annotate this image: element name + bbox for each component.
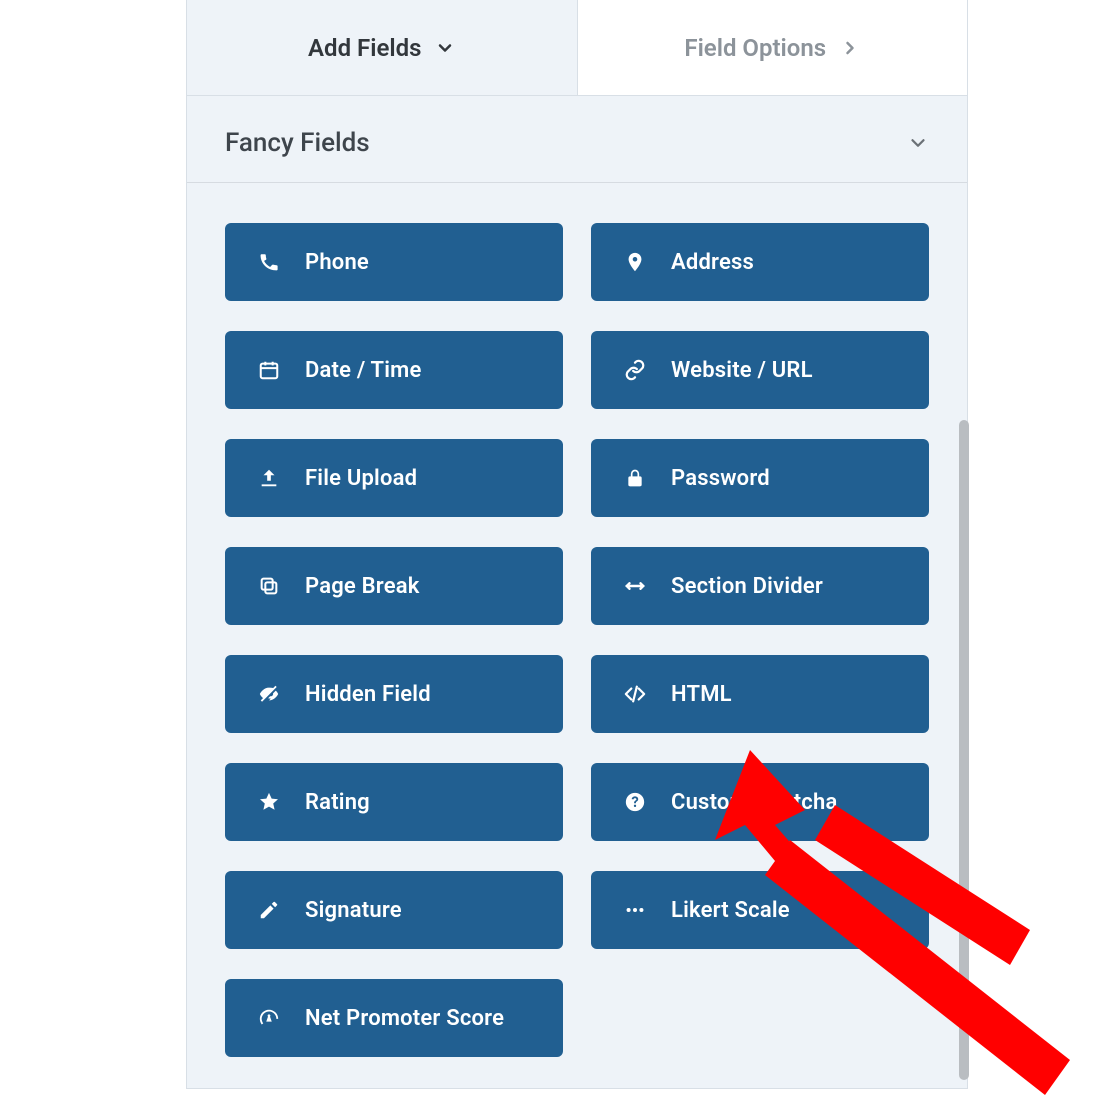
chevron-down-icon bbox=[435, 38, 455, 58]
section-title: Fancy Fields bbox=[225, 128, 370, 158]
field-label: Custom Captcha bbox=[671, 790, 837, 815]
field-signature[interactable]: Signature bbox=[225, 871, 563, 949]
field-label: Net Promoter Score bbox=[305, 1006, 504, 1031]
lock-icon bbox=[621, 467, 649, 489]
field-website-url[interactable]: Website / URL bbox=[591, 331, 929, 409]
fields-grid: Phone Address Date / Time Website / URL bbox=[225, 183, 929, 1057]
pencil-icon bbox=[255, 899, 283, 921]
phone-icon bbox=[255, 251, 283, 273]
field-address[interactable]: Address bbox=[591, 223, 929, 301]
tab-bar: Add Fields Field Options bbox=[187, 0, 967, 96]
field-label: Page Break bbox=[305, 574, 420, 599]
field-label: Date / Time bbox=[305, 358, 422, 383]
field-html[interactable]: HTML bbox=[591, 655, 929, 733]
field-label: Signature bbox=[305, 898, 402, 923]
divider-icon bbox=[621, 575, 649, 597]
tab-label: Add Fields bbox=[308, 34, 421, 62]
chevron-down-icon bbox=[907, 132, 929, 154]
field-net-promoter-score[interactable]: Net Promoter Score bbox=[225, 979, 563, 1057]
field-file-upload[interactable]: File Upload bbox=[225, 439, 563, 517]
field-label: Hidden Field bbox=[305, 682, 431, 707]
field-label: Rating bbox=[305, 790, 370, 815]
calendar-icon bbox=[255, 359, 283, 381]
chevron-right-icon bbox=[840, 38, 860, 58]
question-circle-icon bbox=[621, 791, 649, 813]
fields-scroll-area[interactable]: Phone Address Date / Time Website / URL bbox=[187, 183, 967, 1088]
ellipsis-icon bbox=[621, 899, 649, 921]
field-custom-captcha[interactable]: Custom Captcha bbox=[591, 763, 929, 841]
field-label: Phone bbox=[305, 250, 369, 275]
gauge-icon bbox=[255, 1007, 283, 1029]
field-label: Address bbox=[671, 250, 754, 275]
map-pin-icon bbox=[621, 251, 649, 273]
field-rating[interactable]: Rating bbox=[225, 763, 563, 841]
field-label: File Upload bbox=[305, 466, 417, 491]
field-password[interactable]: Password bbox=[591, 439, 929, 517]
field-section-divider[interactable]: Section Divider bbox=[591, 547, 929, 625]
upload-icon bbox=[255, 467, 283, 489]
field-label: Likert Scale bbox=[671, 898, 790, 923]
tab-field-options[interactable]: Field Options bbox=[578, 0, 968, 95]
field-label: HTML bbox=[671, 682, 732, 707]
field-page-break[interactable]: Page Break bbox=[225, 547, 563, 625]
code-icon bbox=[621, 683, 649, 705]
sidebar-panel: Add Fields Field Options Fancy Fields Ph… bbox=[186, 0, 968, 1089]
field-likert-scale[interactable]: Likert Scale bbox=[591, 871, 929, 949]
tab-add-fields[interactable]: Add Fields bbox=[187, 0, 578, 95]
section-header-fancy-fields[interactable]: Fancy Fields bbox=[187, 96, 967, 183]
field-phone[interactable]: Phone bbox=[225, 223, 563, 301]
star-icon bbox=[255, 791, 283, 813]
field-label: Website / URL bbox=[671, 358, 813, 383]
field-hidden-field[interactable]: Hidden Field bbox=[225, 655, 563, 733]
scrollbar-thumb[interactable] bbox=[959, 420, 969, 1080]
field-date-time[interactable]: Date / Time bbox=[225, 331, 563, 409]
field-label: Password bbox=[671, 466, 770, 491]
field-label: Section Divider bbox=[671, 574, 823, 599]
link-icon bbox=[621, 359, 649, 381]
copy-icon bbox=[255, 575, 283, 597]
eye-slash-icon bbox=[255, 683, 283, 705]
tab-label: Field Options bbox=[684, 34, 826, 62]
